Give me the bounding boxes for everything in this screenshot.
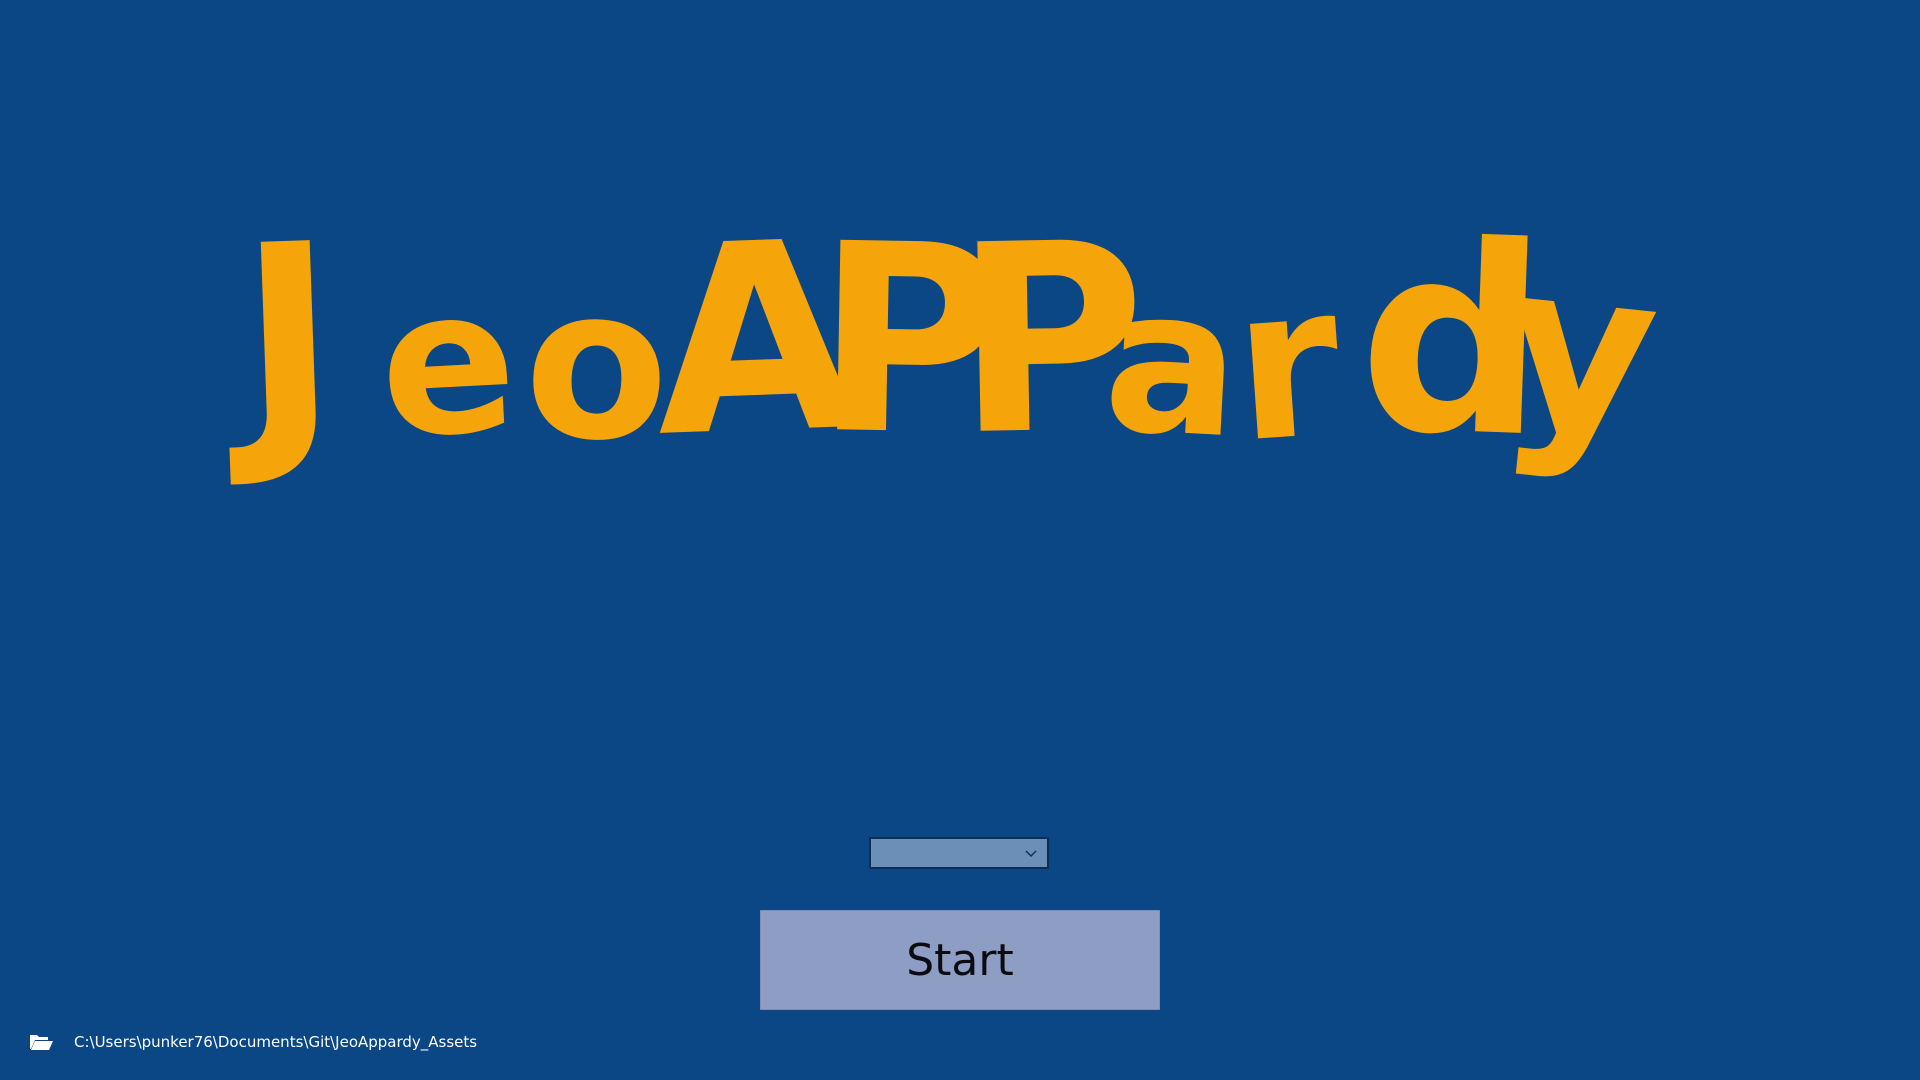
chevron-down-icon <box>1025 850 1037 857</box>
logo-letter-j: J <box>219 189 342 495</box>
game-select-dropdown[interactable] <box>869 837 1049 869</box>
app-window: { "app": { "logo_text": "JeoAPPardy", "l… <box>0 0 1920 1080</box>
start-button-label: Start <box>906 934 1014 986</box>
logo-letter-e: e <box>374 244 522 484</box>
assets-path-label: C:\Users\punker76\Documents\Git\JeoAppar… <box>74 1033 478 1051</box>
logo-letter-o: o <box>521 239 674 489</box>
open-folder-icon[interactable] <box>28 1032 54 1052</box>
logo-letter-r: r <box>1227 238 1347 490</box>
logo-letter-y: y <box>1492 211 1669 492</box>
app-logo: J e o A P P a r d y <box>0 0 1920 520</box>
footer-path-bar: C:\Users\punker76\Documents\Git\JeoAppar… <box>28 1030 477 1054</box>
logo-letter-a2: a <box>1099 244 1246 484</box>
start-button[interactable]: Start <box>760 910 1160 1010</box>
